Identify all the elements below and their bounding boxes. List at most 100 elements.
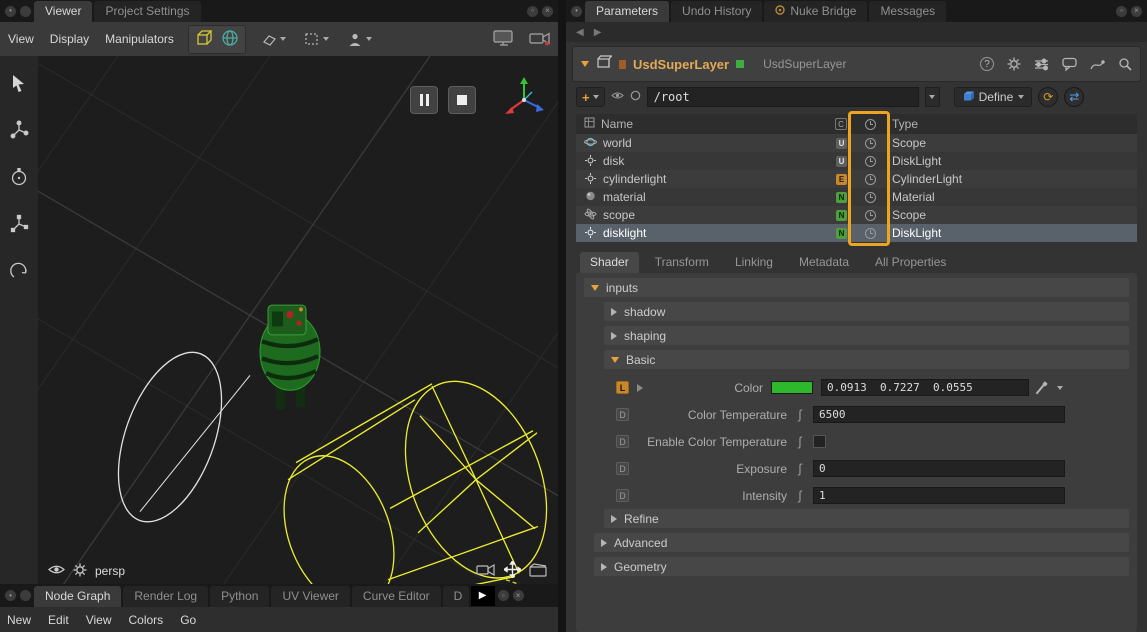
menu-view[interactable]: View	[86, 613, 112, 627]
default-value-badge[interactable]: D	[616, 462, 629, 475]
target-circle-icon[interactable]	[630, 90, 641, 104]
close-pane-icon[interactable]: ×	[1130, 5, 1143, 18]
section-advanced[interactable]: Advanced	[594, 533, 1129, 552]
tab-node-graph[interactable]: Node Graph	[34, 586, 121, 607]
type-column-header[interactable]: Type	[886, 117, 1137, 131]
tab-render-log[interactable]: Render Log	[123, 586, 208, 607]
animation-clock-icon[interactable]	[865, 174, 876, 185]
comment-bubble-icon[interactable]	[1062, 57, 1077, 71]
visibility-eye-icon[interactable]	[48, 564, 65, 578]
node-name[interactable]: UsdSuperLayer	[633, 57, 729, 72]
translate-tool-icon[interactable]	[8, 119, 30, 146]
menu-view[interactable]: View	[6, 30, 36, 48]
pan-zoom-icon[interactable]	[504, 561, 521, 581]
camera-settings-gear-icon[interactable]	[73, 563, 87, 580]
time-samples-icon[interactable]: ʃ	[795, 488, 805, 503]
tab-shader[interactable]: Shader	[580, 252, 639, 273]
scenegraph-row-scope[interactable]: scope N Scope	[576, 206, 1137, 224]
tab-python[interactable]: Python	[210, 586, 269, 607]
section-shaping[interactable]: shaping	[604, 326, 1129, 345]
tab-undo-history[interactable]: Undo History	[671, 1, 762, 22]
menu-colors[interactable]: Colors	[129, 613, 164, 627]
axis-gizmo[interactable]	[500, 74, 548, 127]
scenegraph-row-disklight[interactable]: disklight N DiskLight	[576, 224, 1137, 242]
tab-scroll-right-button[interactable]: ▶	[471, 586, 495, 606]
tab-messages[interactable]: Messages	[869, 1, 946, 22]
visibility-eye-icon[interactable]	[611, 91, 624, 103]
pane-divider[interactable]	[558, 0, 566, 632]
pane-layout-button[interactable]	[19, 589, 32, 602]
render-slate-icon[interactable]	[529, 563, 548, 580]
pane-menu-button[interactable]: •	[4, 589, 17, 602]
pane-layout-button[interactable]	[19, 5, 32, 18]
scenegraph-row-world[interactable]: world U Scope	[576, 134, 1137, 152]
monitor-output-icon[interactable]	[492, 29, 516, 50]
transfer-arrows-button[interactable]: ⇄	[1064, 87, 1084, 107]
default-value-badge[interactable]: D	[616, 435, 629, 448]
rotate-tool-icon[interactable]	[8, 166, 30, 193]
rotate-view-tool-icon[interactable]	[8, 260, 30, 287]
time-samples-icon[interactable]: ʃ	[795, 461, 805, 476]
sliders-icon[interactable]	[1034, 58, 1049, 71]
viewport-canvas[interactable]: persp	[38, 56, 558, 584]
snap-mode-dropdown[interactable]	[258, 30, 289, 48]
solid-cube-icon[interactable]	[194, 28, 214, 51]
section-inputs[interactable]: inputs	[584, 278, 1129, 297]
help-icon[interactable]: ?	[980, 57, 994, 71]
pane-menu-button[interactable]: •	[570, 5, 583, 18]
color-values-input[interactable]	[821, 379, 1029, 396]
animation-clock-icon[interactable]	[865, 192, 876, 203]
default-value-badge[interactable]: D	[616, 408, 629, 421]
prim-path-input[interactable]	[647, 87, 919, 107]
collapse-node-icon[interactable]	[581, 61, 589, 67]
tab-all-properties[interactable]: All Properties	[865, 252, 956, 273]
menu-display[interactable]: Display	[48, 30, 91, 48]
stop-button[interactable]	[448, 86, 476, 114]
sync-refresh-button[interactable]: ⟳	[1038, 87, 1058, 107]
scenegraph-row-disk[interactable]: disk U DiskLight	[576, 152, 1137, 170]
name-column-header[interactable]: Name	[601, 117, 633, 131]
section-basic[interactable]: Basic	[604, 350, 1129, 369]
section-shadow[interactable]: shadow	[604, 302, 1129, 321]
time-samples-icon[interactable]: ʃ	[795, 407, 805, 422]
animation-clock-icon[interactable]	[865, 119, 876, 130]
float-pane-icon[interactable]: ▫	[497, 589, 510, 602]
tab-uv-viewer[interactable]: UV Viewer	[271, 586, 349, 607]
selection-mode-dropdown[interactable]	[301, 30, 332, 48]
define-dropdown[interactable]: Define	[954, 87, 1033, 107]
animation-clock-icon[interactable]	[865, 210, 876, 221]
close-pane-icon[interactable]: ×	[541, 5, 554, 18]
float-pane-icon[interactable]: ▫	[526, 5, 539, 18]
tab-curve-editor[interactable]: Curve Editor	[352, 586, 441, 607]
color-temperature-input[interactable]	[813, 406, 1065, 423]
tab-metadata[interactable]: Metadata	[789, 252, 859, 273]
intensity-input[interactable]	[813, 487, 1065, 504]
camera-view-dropdown[interactable]	[344, 30, 375, 49]
color-swatch[interactable]	[771, 381, 813, 394]
chevron-down-icon[interactable]	[1057, 386, 1063, 390]
capture-camera-icon[interactable]	[528, 29, 552, 50]
tab-linking[interactable]: Linking	[725, 252, 783, 273]
scenegraph-row-material[interactable]: material N Material	[576, 188, 1137, 206]
select-tool-icon[interactable]	[8, 72, 30, 99]
menu-new[interactable]: New	[7, 613, 31, 627]
environment-globe-icon[interactable]	[220, 28, 240, 51]
tab-nuke-bridge[interactable]: Nuke Bridge	[764, 1, 867, 22]
tab-transform[interactable]: Transform	[645, 252, 719, 273]
film-camera-icon[interactable]	[476, 562, 496, 580]
settings-gear-icon[interactable]	[1007, 57, 1021, 71]
time-samples-icon[interactable]: ʃ	[795, 434, 805, 449]
menu-manipulators[interactable]: Manipulators	[103, 30, 176, 48]
float-pane-icon[interactable]: ▫	[1115, 5, 1128, 18]
tab-overflow[interactable]: D	[443, 586, 469, 607]
expression-link-icon[interactable]	[1090, 58, 1105, 71]
pause-button[interactable]	[410, 86, 438, 114]
search-icon[interactable]	[1118, 57, 1132, 71]
add-prim-button[interactable]: +	[576, 87, 605, 107]
menu-edit[interactable]: Edit	[48, 613, 69, 627]
local-value-badge[interactable]: L	[616, 381, 629, 394]
enable-color-temperature-checkbox[interactable]	[813, 435, 826, 448]
camera-name-label[interactable]: persp	[95, 564, 125, 578]
exposure-input[interactable]	[813, 460, 1065, 477]
eyedropper-icon[interactable]	[1037, 382, 1049, 394]
